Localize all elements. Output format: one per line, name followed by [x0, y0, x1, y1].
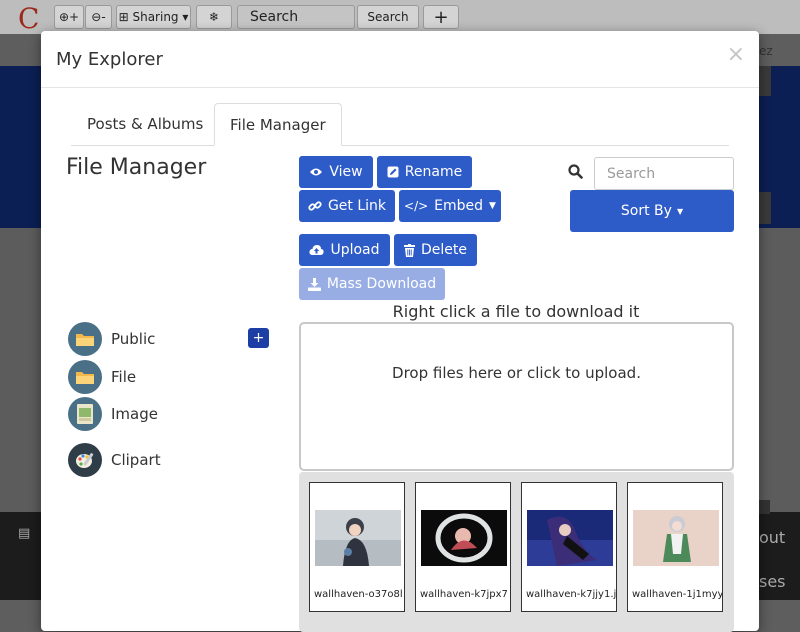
- file-name: wallhaven-k7jjy1.j: [526, 589, 617, 600]
- thumbnail-image: [315, 510, 401, 566]
- modal-title: My Explorer: [56, 49, 163, 70]
- zoom-in-button[interactable]: ⊕ +: [54, 5, 84, 29]
- download-hint: Right click a file to download it: [392, 302, 640, 321]
- file-thumbnail[interactable]: wallhaven-o37o8l: [309, 482, 405, 612]
- get-link-button[interactable]: Get Link: [299, 190, 395, 222]
- rename-button[interactable]: Rename: [377, 156, 472, 188]
- zoom-out-button[interactable]: ⊖ -: [85, 5, 112, 29]
- download-icon: [307, 277, 321, 291]
- folder-icon: [68, 322, 102, 356]
- folder-item-clipart[interactable]: Clipart: [68, 443, 161, 477]
- code-icon: </>: [404, 199, 429, 213]
- background-text: out: [759, 528, 786, 547]
- modal-header: My Explorer ×: [41, 31, 759, 88]
- image-file-icon: [68, 397, 102, 431]
- snowflake-button[interactable]: ❄: [196, 5, 232, 29]
- sort-by-button[interactable]: Sort By ▼: [570, 190, 734, 232]
- dropzone-text: Drop files here or click to upload.: [392, 364, 641, 382]
- zoom-in-icon: ⊕: [58, 10, 69, 24]
- tab-bar: Posts & Albums File Manager: [71, 103, 729, 146]
- file-gallery: wallhaven-o37o8l wallhaven-k7jpx7 wallha…: [299, 472, 734, 632]
- tab-file-manager[interactable]: File Manager: [214, 103, 342, 146]
- file-thumbnail[interactable]: wallhaven-k7jpx7: [415, 482, 511, 612]
- folder-label: Image: [111, 405, 158, 423]
- search-input[interactable]: [594, 157, 734, 190]
- explorer-modal: My Explorer × Posts & Albums File Manage…: [41, 31, 759, 632]
- link-icon: [308, 201, 322, 211]
- palette-icon: [68, 443, 102, 477]
- plus-icon: +: [433, 6, 449, 28]
- file-thumbnail[interactable]: wallhaven-1j1myy: [627, 482, 723, 612]
- file-name: wallhaven-k7jpx7: [420, 589, 508, 600]
- embed-button[interactable]: </> Embed ▼: [399, 190, 501, 222]
- background-search-input[interactable]: Search: [237, 5, 355, 29]
- background-search-button[interactable]: Search: [357, 5, 419, 29]
- background-text: ses: [759, 572, 786, 591]
- search-icon: [568, 164, 583, 179]
- sharing-button[interactable]: ⊞ Sharing ▾: [116, 5, 191, 29]
- add-folder-button[interactable]: +: [248, 328, 269, 348]
- close-icon[interactable]: ×: [727, 42, 745, 67]
- share-icon: ⊞: [118, 10, 129, 24]
- folder-item-file[interactable]: File: [68, 360, 136, 394]
- file-thumbnail[interactable]: wallhaven-k7jjy1.j: [521, 482, 617, 612]
- folder-label: Public: [111, 330, 156, 348]
- caret-down-icon: ▼: [489, 201, 496, 211]
- caret-down-icon: ▼: [676, 206, 684, 216]
- folder-label: File: [111, 368, 137, 386]
- folder-label: Clipart: [111, 451, 161, 469]
- zoom-out-icon: ⊖: [91, 10, 102, 24]
- eye-icon: [310, 168, 323, 176]
- upload-button[interactable]: Upload: [299, 234, 390, 266]
- file-name: wallhaven-1j1myy: [632, 589, 723, 600]
- app-logo: C: [18, 2, 40, 35]
- thumbnail-image: [527, 510, 613, 566]
- folder-item-public[interactable]: Public: [68, 322, 155, 356]
- delete-button[interactable]: Delete: [394, 234, 477, 266]
- tab-posts-albums[interactable]: Posts & Albums: [72, 103, 218, 145]
- add-button[interactable]: +: [423, 5, 459, 29]
- view-button[interactable]: View: [299, 156, 373, 188]
- file-name: wallhaven-o37o8l: [314, 589, 403, 600]
- background-icon: ▤: [18, 526, 31, 541]
- cloud-upload-icon: [309, 245, 325, 255]
- folder-icon: [68, 360, 102, 394]
- section-title: File Manager: [66, 155, 207, 180]
- background-text: ez: [759, 44, 773, 58]
- trash-icon: [404, 243, 415, 257]
- thumbnail-image: [421, 510, 507, 566]
- upload-dropzone[interactable]: Drop files here or click to upload.: [299, 322, 734, 471]
- folder-item-image[interactable]: Image: [68, 397, 158, 431]
- snowflake-icon: ❄: [208, 10, 220, 24]
- mass-download-button[interactable]: Mass Download: [299, 268, 445, 300]
- edit-icon: [387, 166, 399, 178]
- thumbnail-image: [633, 510, 719, 566]
